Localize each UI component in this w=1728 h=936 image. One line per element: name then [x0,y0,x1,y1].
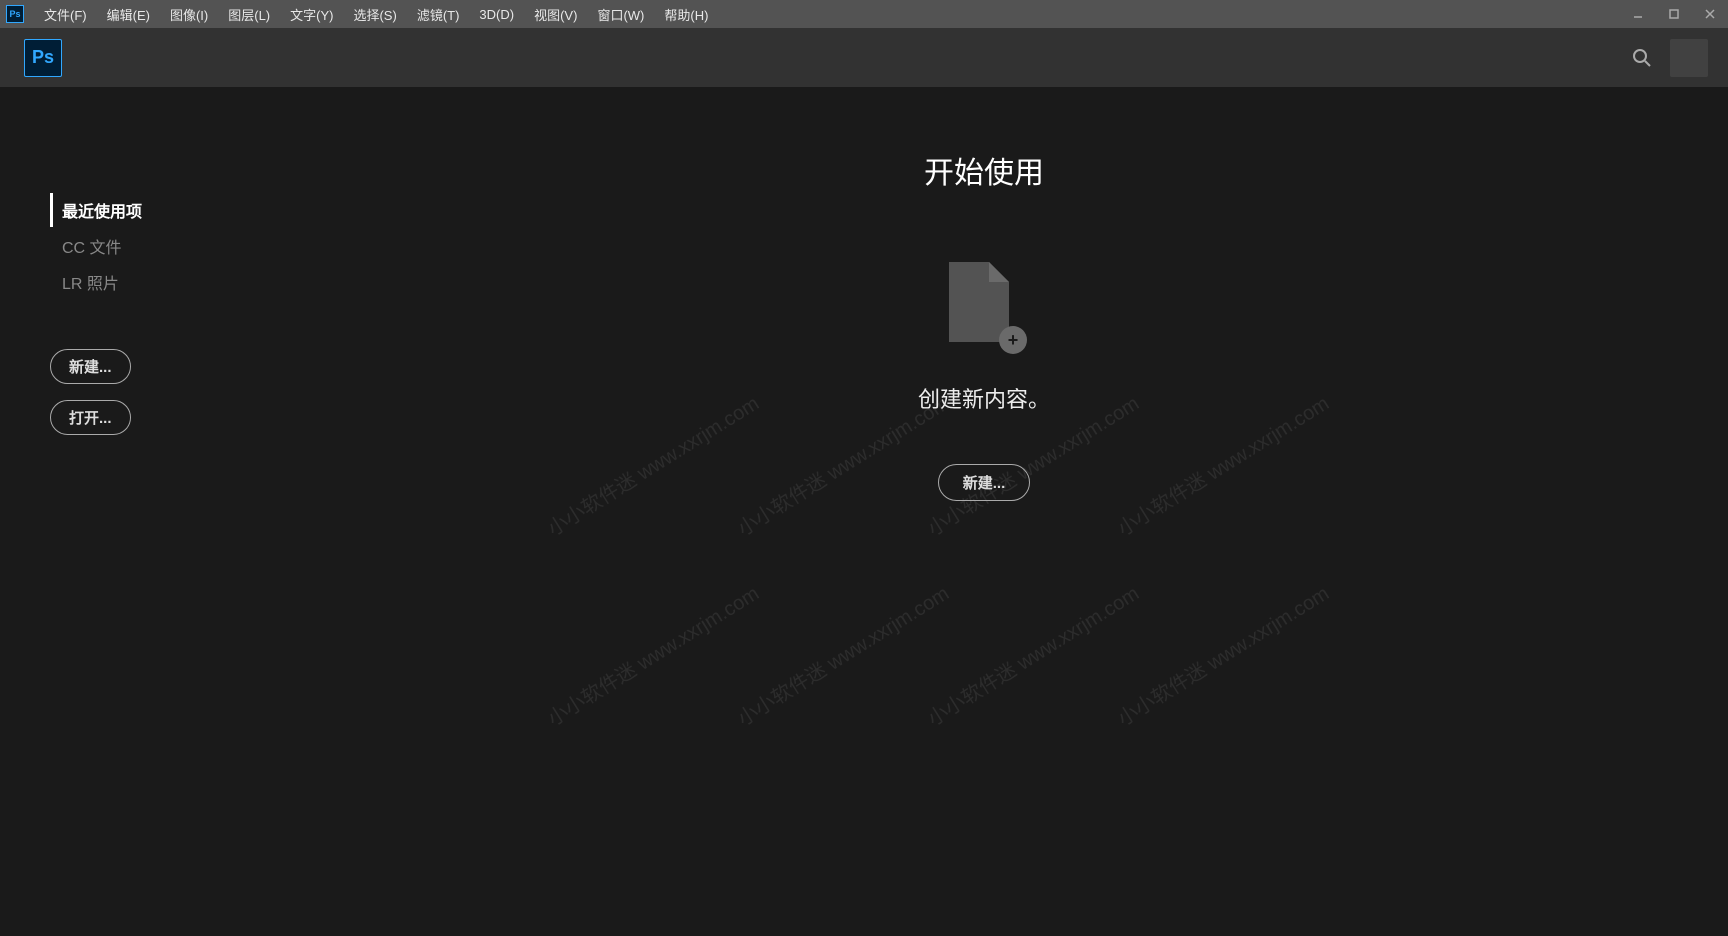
nav-cc-files[interactable]: CC 文件 [50,229,240,263]
ps-app-icon-large: Ps [24,39,62,77]
menu-file[interactable]: 文件(F) [34,0,97,28]
menu-view[interactable]: 视图(V) [524,0,587,28]
menu-type[interactable]: 文字(Y) [280,0,343,28]
minimize-icon [1632,8,1644,20]
menu-filter[interactable]: 滤镜(T) [407,0,470,28]
nav-recent[interactable]: 最近使用项 [50,193,240,227]
maximize-button[interactable] [1656,0,1692,28]
main-content: 开始使用 + 创建新内容。 新建... [240,88,1728,936]
toolbar: Ps [0,28,1728,88]
search-icon [1631,47,1653,69]
sidebar-buttons: 新建... 打开... [50,349,240,435]
menu-image[interactable]: 图像(I) [160,0,218,28]
plus-icon: + [999,326,1027,354]
new-file-graphic: + [949,262,1019,352]
menu-window[interactable]: 窗口(W) [587,0,654,28]
toolbar-right [1630,39,1708,77]
close-icon [1704,8,1716,20]
sidebar-nav: 最近使用项 CC 文件 LR 照片 [50,193,240,299]
main-new-button[interactable]: 新建... [938,464,1031,501]
sidebar-new-button[interactable]: 新建... [50,349,131,384]
nav-lr-photos[interactable]: LR 照片 [50,265,240,299]
menubar: Ps 文件(F) 编辑(E) 图像(I) 图层(L) 文字(Y) 选择(S) 滤… [0,0,1728,28]
sidebar-open-button[interactable]: 打开... [50,400,131,435]
start-title: 开始使用 [924,148,1044,192]
ps-app-icon-small: Ps [6,5,24,23]
menu-3d[interactable]: 3D(D) [469,0,524,28]
minimize-button[interactable] [1620,0,1656,28]
create-new-text: 创建新内容。 [918,382,1050,414]
maximize-icon [1668,8,1680,20]
file-icon [949,262,1009,342]
account-placeholder[interactable] [1670,39,1708,77]
menu-layer[interactable]: 图层(L) [218,0,280,28]
window-controls [1620,0,1728,28]
close-button[interactable] [1692,0,1728,28]
menu-edit[interactable]: 编辑(E) [97,0,160,28]
content-area: 最近使用项 CC 文件 LR 照片 新建... 打开... 开始使用 + 创建新… [0,88,1728,936]
menu-select[interactable]: 选择(S) [343,0,406,28]
menu-help[interactable]: 帮助(H) [654,0,718,28]
search-button[interactable] [1630,46,1654,70]
sidebar: 最近使用项 CC 文件 LR 照片 新建... 打开... [0,88,240,936]
